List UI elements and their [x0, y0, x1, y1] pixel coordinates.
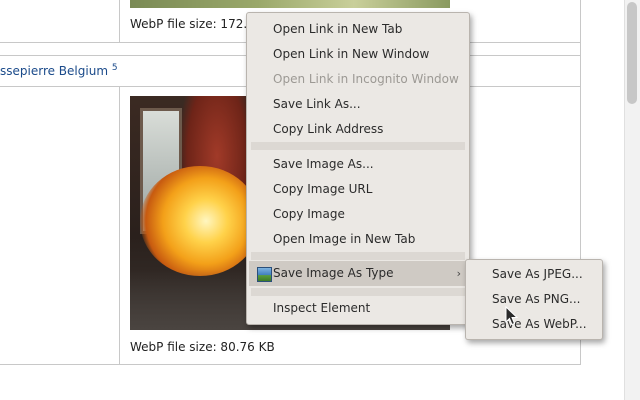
menu-open-link-incognito: Open Link in Incognito Window [273, 72, 459, 86]
menu-copy-link-address[interactable]: Copy Link Address [247, 117, 469, 142]
menu-save-image-as-type[interactable]: Save Image As Type › [249, 261, 467, 286]
menu-inspect-element[interactable]: Inspect Element [247, 296, 469, 321]
bottom-file-size-caption: WebP file size: 80.76 KB [130, 340, 275, 354]
submenu-save-as-jpeg[interactable]: Save As JPEG... [466, 262, 602, 287]
submenu-save-as-webp[interactable]: Save As WebP... [466, 312, 602, 337]
submenu-arrow-icon: › [456, 267, 461, 280]
image-type-icon [257, 267, 272, 282]
top-file-size-caption: WebP file size: 172.8 [130, 17, 255, 31]
table-border-left-col2 [119, 86, 120, 364]
menu-save-link-as[interactable]: Save Link As... [247, 92, 469, 117]
submenu-save-as-png[interactable]: Save As PNG... [466, 287, 602, 312]
section-link-text[interactable]: ssepierre Belgium [0, 64, 108, 78]
menu-open-link-new-window[interactable]: Open Link in New Window [247, 42, 469, 67]
menu-open-image-new-tab[interactable]: Open Image in New Tab [247, 227, 469, 252]
landscape-thumbnail[interactable] [130, 0, 450, 8]
menu-separator [251, 142, 465, 150]
menu-open-link-new-tab[interactable]: Open Link in New Tab [247, 17, 469, 42]
save-as-type-submenu: Save As JPEG... Save As PNG... Save As W… [465, 259, 603, 340]
footnote-ref[interactable]: 5 [112, 63, 118, 73]
section-link[interactable]: ssepierre Belgium 5 [0, 63, 118, 78]
scrollbar-thumb[interactable] [627, 2, 637, 104]
menu-separator [251, 288, 465, 296]
menu-copy-image-url[interactable]: Copy Image URL [247, 177, 469, 202]
menu-copy-image[interactable]: Copy Image [247, 202, 469, 227]
menu-save-image-as-type-label: Save Image As Type [273, 266, 394, 280]
photo-fireball [140, 166, 260, 276]
menu-separator [251, 252, 465, 260]
table-border-bottom [0, 364, 580, 365]
context-menu: Open Link in New Tab Open Link in New Wi… [246, 12, 470, 325]
table-border-left-col [119, 0, 120, 42]
mouse-pointer-icon [505, 306, 519, 326]
menu-save-image-as[interactable]: Save Image As... [247, 152, 469, 177]
